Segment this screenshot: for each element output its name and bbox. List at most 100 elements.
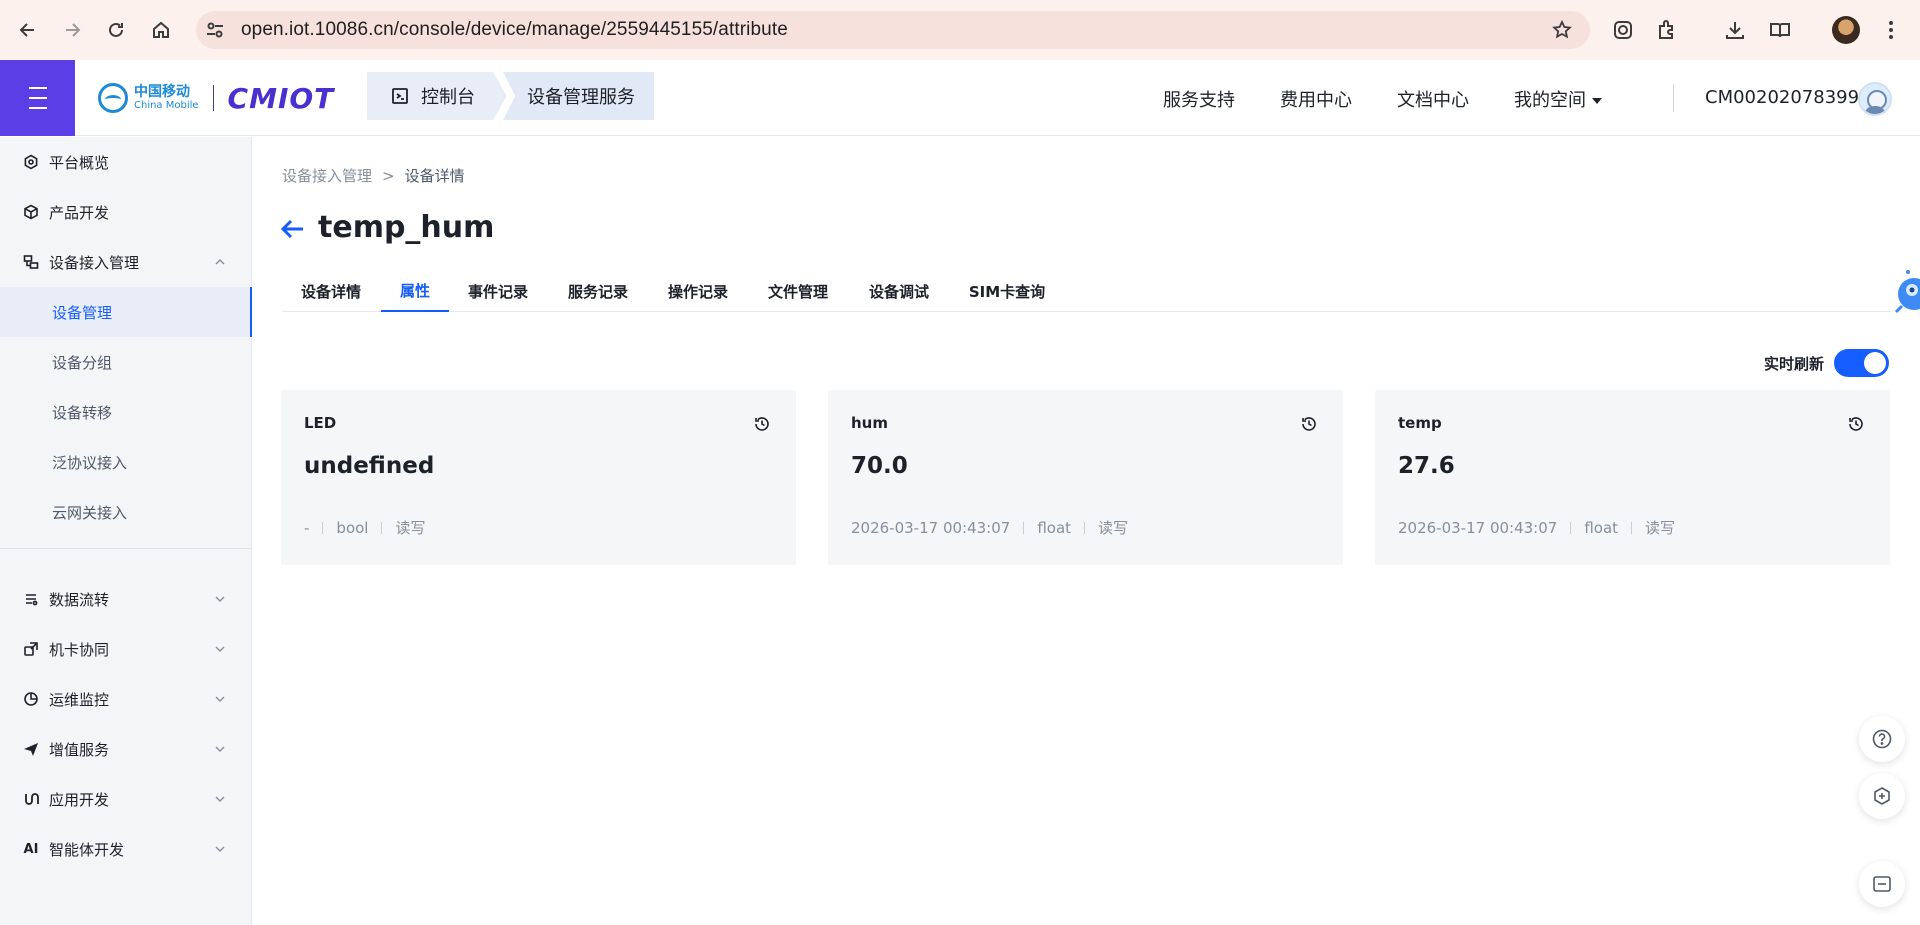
extensions-icon[interactable] bbox=[1652, 15, 1682, 45]
assistant-robot-icon[interactable] bbox=[1888, 262, 1920, 326]
pie-chart-icon bbox=[23, 691, 39, 707]
attribute-value: undefined bbox=[304, 453, 435, 479]
history-icon[interactable] bbox=[1847, 415, 1865, 433]
bookmark-star-icon[interactable] bbox=[1552, 20, 1572, 40]
tab-service-records[interactable]: 服务记录 bbox=[549, 270, 647, 312]
brand-logo[interactable]: 中国移动 China Mobile CMIOT bbox=[98, 81, 335, 115]
sidebar: 平台概览 产品开发 设备接入管理 设备管理 设备分组 设备转移 泛协议接入 云网… bbox=[0, 137, 252, 925]
tab-operation-records[interactable]: 操作记录 bbox=[649, 270, 747, 312]
chevron-down-icon bbox=[215, 596, 225, 602]
message-icon bbox=[1873, 876, 1891, 892]
more-menu-icon[interactable] bbox=[1876, 15, 1906, 45]
breadcrumb-separator: > bbox=[382, 167, 395, 185]
tab-bar: 设备详情 属性 事件记录 服务记录 操作记录 文件管理 设备调试 SIM卡查询 bbox=[282, 270, 1890, 312]
site-info-icon[interactable] bbox=[205, 20, 225, 40]
cloud-service-button[interactable] bbox=[1859, 773, 1905, 819]
user-avatar[interactable] bbox=[1858, 82, 1892, 116]
console-nav-chip[interactable]: 控制台 bbox=[367, 72, 507, 120]
my-space-label: 我的空间 bbox=[1514, 90, 1586, 111]
hamburger-icon bbox=[28, 83, 47, 113]
breadcrumb-parent[interactable]: 设备接入管理 bbox=[282, 167, 372, 185]
sidebar-sub-generic-protocol[interactable]: 泛协议接入 bbox=[0, 437, 252, 487]
chevron-down-icon bbox=[215, 646, 225, 652]
attribute-access: 读写 bbox=[1098, 519, 1129, 537]
top-link-docs[interactable]: 文档中心 bbox=[1397, 86, 1469, 112]
attribute-type: float bbox=[1584, 518, 1619, 537]
history-icon[interactable] bbox=[753, 415, 771, 433]
chevron-down-icon bbox=[215, 696, 225, 702]
tab-event-records[interactable]: 事件记录 bbox=[449, 270, 547, 312]
sidebar-sub-device-manage[interactable]: 设备管理 bbox=[0, 287, 252, 337]
brand-en: China Mobile bbox=[134, 100, 199, 111]
meta-divider bbox=[322, 521, 324, 534]
realtime-refresh-label: 实时刷新 bbox=[1764, 355, 1825, 373]
attribute-time: 2026-03-17 00:43:07 bbox=[851, 518, 1011, 537]
tab-file-manage[interactable]: 文件管理 bbox=[749, 270, 847, 312]
sidebar-item-overview[interactable]: 平台概览 bbox=[0, 137, 252, 187]
tab-search-icon[interactable] bbox=[1608, 15, 1638, 45]
sidebar-item-device-access[interactable]: 设备接入管理 bbox=[0, 237, 252, 287]
profile-avatar[interactable] bbox=[1832, 16, 1860, 44]
meta-divider bbox=[1084, 521, 1086, 534]
page-title: temp_hum bbox=[318, 210, 495, 245]
sidebar-item-ops-monitor[interactable]: 运维监控 bbox=[0, 674, 252, 724]
sidebar-item-product-dev[interactable]: 产品开发 bbox=[0, 187, 252, 237]
url-text[interactable]: open.iot.10086.cn/console/device/manage/… bbox=[241, 19, 788, 41]
attribute-time: - bbox=[304, 518, 310, 537]
reading-list-icon[interactable] bbox=[1765, 15, 1795, 45]
console-icon bbox=[392, 88, 408, 104]
tab-sim-query[interactable]: SIM卡查询 bbox=[950, 270, 1064, 312]
sidebar-item-app-dev[interactable]: 应用开发 bbox=[0, 774, 252, 824]
brand-cn: 中国移动 bbox=[134, 84, 190, 100]
top-link-support[interactable]: 服务支持 bbox=[1163, 86, 1235, 112]
sidebar-item-machine-card[interactable]: 机卡协同 bbox=[0, 624, 252, 674]
attribute-value: 27.6 bbox=[1398, 453, 1455, 479]
sidebar-item-label: 设备接入管理 bbox=[49, 253, 140, 272]
data-flow-icon bbox=[23, 591, 39, 607]
sidebar-item-agent-dev[interactable]: AI 智能体开发 bbox=[0, 824, 252, 874]
home-icon[interactable] bbox=[146, 15, 176, 45]
tab-device-debug[interactable]: 设备调试 bbox=[850, 270, 948, 312]
download-icon[interactable] bbox=[1720, 15, 1750, 45]
menu-toggle-button[interactable] bbox=[0, 60, 75, 136]
service-nav-chip[interactable]: 设备管理服务 bbox=[503, 72, 654, 120]
attribute-value: 70.0 bbox=[851, 453, 908, 479]
top-link-billing[interactable]: 费用中心 bbox=[1280, 86, 1352, 112]
history-icon[interactable] bbox=[1300, 415, 1318, 433]
feedback-button[interactable] bbox=[1859, 861, 1905, 907]
attribute-access: 读写 bbox=[1645, 519, 1676, 537]
sidebar-item-value-added[interactable]: 增值服务 bbox=[0, 724, 252, 774]
forward-nav-icon[interactable] bbox=[57, 15, 87, 45]
sidebar-sub-device-transfer[interactable]: 设备转移 bbox=[0, 387, 252, 437]
sidebar-sub-device-group[interactable]: 设备分组 bbox=[0, 337, 252, 387]
account-id[interactable]: CM002020783995 bbox=[1705, 87, 1871, 108]
app-header: 中国移动 China Mobile CMIOT 控制台 设备管理服务 服务支持 … bbox=[0, 60, 1920, 136]
chevron-down-icon bbox=[215, 796, 225, 802]
hexagon-icon bbox=[23, 154, 39, 170]
back-nav-icon[interactable] bbox=[13, 15, 43, 45]
meta-divider bbox=[1631, 521, 1633, 534]
logo-divider bbox=[212, 85, 214, 111]
sidebar-item-label: 数据流转 bbox=[49, 590, 110, 609]
attribute-time: 2026-03-17 00:43:07 bbox=[1398, 518, 1558, 537]
address-bar[interactable]: open.iot.10086.cn/console/device/manage/… bbox=[196, 11, 1590, 49]
app-dev-icon bbox=[23, 791, 39, 807]
sidebar-item-data-flow[interactable]: 数据流转 bbox=[0, 574, 252, 624]
help-button[interactable] bbox=[1859, 716, 1905, 762]
caret-down-icon bbox=[1592, 98, 1602, 104]
cmiot-logo: CMIOT bbox=[227, 81, 335, 115]
cube-icon bbox=[23, 204, 39, 220]
sidebar-item-label: 增值服务 bbox=[49, 740, 110, 759]
sidebar-item-label: 应用开发 bbox=[49, 790, 110, 809]
back-arrow-icon[interactable] bbox=[280, 216, 306, 242]
tab-attributes[interactable]: 属性 bbox=[381, 270, 449, 312]
realtime-refresh-toggle[interactable] bbox=[1834, 349, 1889, 377]
tab-device-details[interactable]: 设备详情 bbox=[282, 270, 380, 312]
sidebar-item-label: 产品开发 bbox=[49, 203, 110, 222]
attribute-name: LED bbox=[304, 414, 337, 432]
sidebar-sub-cloud-gateway[interactable]: 云网关接入 bbox=[0, 487, 252, 537]
reload-icon[interactable] bbox=[101, 15, 131, 45]
browser-toolbar: open.iot.10086.cn/console/device/manage/… bbox=[0, 0, 1920, 60]
meta-divider bbox=[1023, 521, 1025, 534]
my-space-dropdown[interactable]: 我的空间 bbox=[1514, 86, 1602, 112]
